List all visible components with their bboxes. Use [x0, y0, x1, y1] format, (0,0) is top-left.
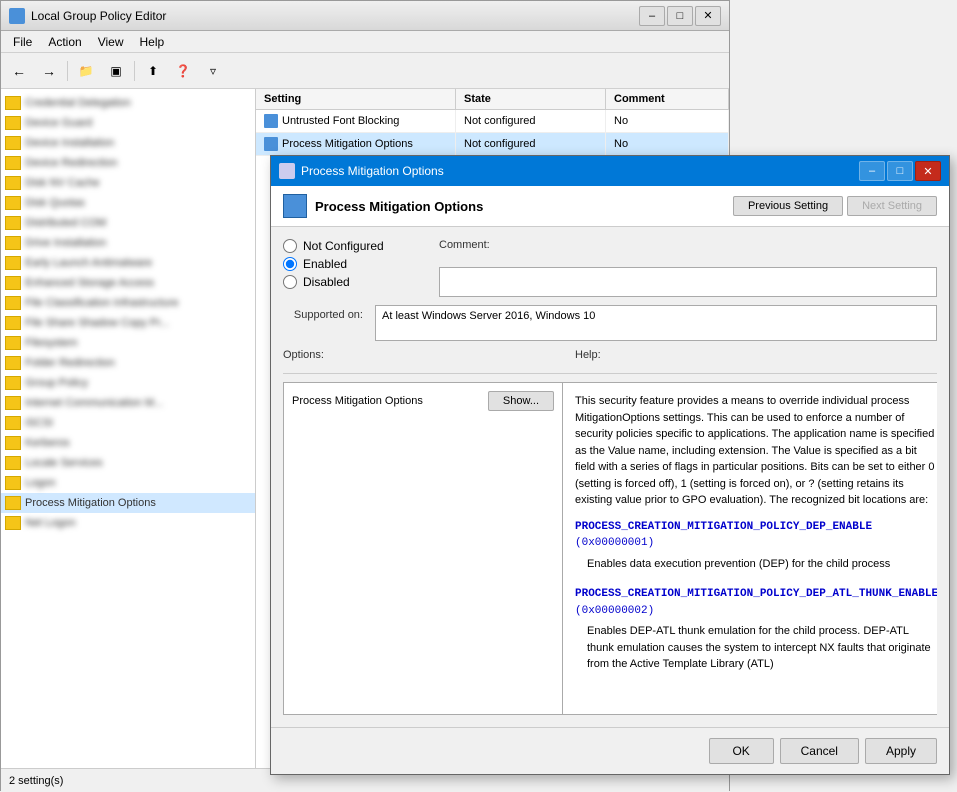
options-help-row: Process Mitigation Options Show... This …	[283, 373, 937, 715]
help-desc-1: Enables data execution prevention (DEP) …	[575, 556, 937, 573]
supported-label: Supported on:	[283, 305, 363, 321]
options-help-headers: Options: Help:	[283, 349, 937, 361]
help-scroll-wrapper: This security feature provides a means t…	[563, 382, 937, 715]
dialog-title-icon	[279, 163, 295, 179]
radio-not-configured: Not Configured	[283, 239, 423, 253]
options-label: Options:	[283, 349, 563, 361]
dialog-title-bar: Process Mitigation Options – □ ✕	[271, 156, 949, 186]
options-pmo-text: Process Mitigation Options	[292, 395, 423, 407]
help-text-main: This security feature provides a means t…	[575, 393, 937, 509]
dialog-body: Not Configured Enabled Disabled Comment:	[271, 227, 949, 727]
dialog-header-left: Process Mitigation Options	[283, 194, 483, 218]
help-code-1: PROCESS_CREATION_MITIGATION_POLICY_DEP_E…	[575, 519, 937, 552]
dialog-nav-buttons: Previous Setting Next Setting	[733, 196, 937, 216]
comment-label: Comment:	[439, 239, 490, 251]
dialog-maximize-button[interactable]: □	[887, 161, 913, 181]
cancel-button[interactable]: Cancel	[780, 738, 859, 764]
radio-comment-row: Not Configured Enabled Disabled Comment:	[283, 239, 937, 297]
dialog-overlay: Process Mitigation Options – □ ✕ Process…	[0, 0, 957, 791]
dialog-title-buttons: – □ ✕	[859, 161, 941, 181]
help-panel: This security feature provides a means t…	[563, 382, 937, 715]
dialog-header-icon	[283, 194, 307, 218]
code-2-hex: (0x00000002)	[575, 605, 654, 617]
code-1-name: PROCESS_CREATION_MITIGATION_POLICY_DEP_E…	[575, 521, 872, 533]
disabled-radio[interactable]	[283, 275, 297, 289]
ok-button[interactable]: OK	[709, 738, 774, 764]
dialog-footer: OK Cancel Apply	[271, 727, 949, 774]
show-button[interactable]: Show...	[488, 391, 554, 411]
dialog-title-text: Process Mitigation Options	[301, 164, 859, 178]
comment-textarea[interactable]	[439, 267, 937, 297]
enabled-radio[interactable]	[283, 257, 297, 271]
not-configured-label: Not Configured	[303, 239, 384, 253]
dialog-close-button[interactable]: ✕	[915, 161, 941, 181]
options-pmo-row: Process Mitigation Options Show...	[292, 391, 554, 411]
supported-section: Supported on: At least Windows Server 20…	[283, 305, 937, 341]
dialog-header-title: Process Mitigation Options	[315, 199, 483, 214]
help-code-2: PROCESS_CREATION_MITIGATION_POLICY_DEP_A…	[575, 586, 937, 619]
help-label: Help:	[575, 349, 937, 361]
radio-disabled: Disabled	[283, 275, 423, 289]
apply-button[interactable]: Apply	[865, 738, 937, 764]
help-desc-2: Enables DEP-ATL thunk emulation for the …	[575, 623, 937, 673]
dialog-process-mitigation: Process Mitigation Options – □ ✕ Process…	[270, 155, 950, 775]
comment-section: Comment:	[439, 239, 937, 297]
dialog-minimize-button[interactable]: –	[859, 161, 885, 181]
options-panel: Process Mitigation Options Show...	[283, 382, 563, 715]
code-2-name: PROCESS_CREATION_MITIGATION_POLICY_DEP_A…	[575, 588, 937, 600]
not-configured-radio[interactable]	[283, 239, 297, 253]
radio-section: Not Configured Enabled Disabled	[283, 239, 423, 297]
radio-enabled: Enabled	[283, 257, 423, 271]
next-setting-button[interactable]: Next Setting	[847, 196, 937, 216]
disabled-label: Disabled	[303, 275, 350, 289]
code-1-hex: (0x00000001)	[575, 537, 654, 549]
prev-setting-button[interactable]: Previous Setting	[733, 196, 843, 216]
dialog-header: Process Mitigation Options Previous Sett…	[271, 186, 949, 227]
enabled-label: Enabled	[303, 257, 347, 271]
supported-value: At least Windows Server 2016, Windows 10	[375, 305, 937, 341]
